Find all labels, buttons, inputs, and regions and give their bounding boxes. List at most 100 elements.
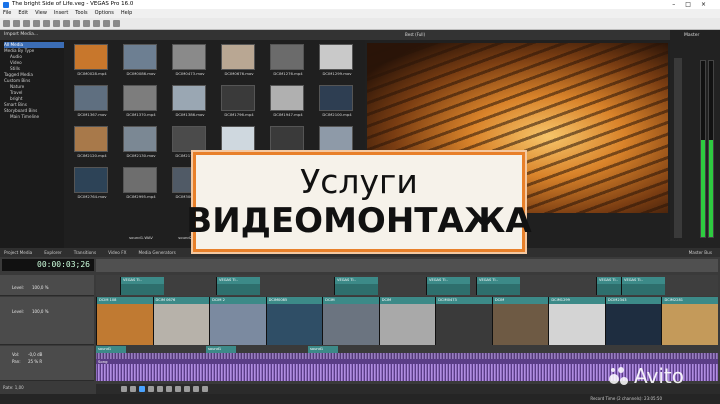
next-frame-icon[interactable] <box>202 386 208 392</box>
menu-view[interactable]: View <box>35 9 47 18</box>
track-header-video-1[interactable]: Level: 100,0 % <box>0 275 94 296</box>
media-thumbnail[interactable]: DCIM2764.mov <box>68 165 116 205</box>
media-thumbnail[interactable]: DCIM1299.mov <box>313 42 361 82</box>
undo-icon[interactable] <box>83 20 90 27</box>
track-header-video-2[interactable]: Level: 100,0 % <box>0 297 94 345</box>
main-toolbar <box>0 18 720 30</box>
menu-tools[interactable]: Tools <box>75 9 87 18</box>
video-clip[interactable]: DCIM <box>322 297 379 345</box>
title-clip[interactable]: VEGAS Ti.. <box>476 277 520 295</box>
video-clip[interactable]: DCIM0085 <box>265 297 323 345</box>
tab-video-fx[interactable]: Video FX <box>108 248 126 257</box>
video-clip[interactable]: DCIM <box>491 297 549 345</box>
tab-transitions[interactable]: Transitions <box>74 248 96 257</box>
go-to-end-icon[interactable] <box>184 386 190 392</box>
prev-frame-icon[interactable] <box>193 386 199 392</box>
title-clip[interactable]: VEGAS Ti.. <box>120 277 164 295</box>
master-fader[interactable] <box>674 58 682 238</box>
go-to-start-icon[interactable] <box>175 386 181 392</box>
thumbnail-image <box>270 85 304 111</box>
play-icon[interactable] <box>139 386 145 392</box>
menu-file[interactable]: File <box>3 9 11 18</box>
title-clip[interactable]: VEGAS Ti.. <box>426 277 470 295</box>
media-thumbnail[interactable]: DCIM1276.mp4 <box>264 42 312 82</box>
thumbnail-filename: DCIM0473.mov <box>175 71 205 76</box>
thumbnail-image <box>123 126 157 152</box>
master-label: Master <box>684 33 700 38</box>
stop-icon[interactable] <box>166 386 172 392</box>
thumbnail-image <box>74 85 108 111</box>
media-thumbnail[interactable]: DCIM1370.mp4 <box>117 83 165 123</box>
video-clip[interactable]: DCIM <box>378 297 436 345</box>
video-track-1-lane[interactable]: VEGAS Ti.. VEGAS Ti.. VEGAS Ti.. VEGAS Ti..… <box>96 275 718 296</box>
edit-tool-icon[interactable] <box>103 20 110 27</box>
window-controls[interactable]: –□× <box>672 0 716 9</box>
properties-icon[interactable] <box>43 20 50 27</box>
media-thumbnail[interactable]: DCIM1947.mp4 <box>264 83 312 123</box>
media-thumbnail[interactable]: DCIM0086.mov <box>117 42 165 82</box>
thumbnail-image <box>270 126 304 152</box>
media-thumbnail[interactable]: DCIM2120.mp4 <box>68 124 116 164</box>
audio-clip-label[interactable]: sound1 <box>308 346 338 353</box>
video-clip-label: DCIM 108 <box>97 297 153 304</box>
title-clip[interactable]: VEGAS Ti.. <box>621 277 665 295</box>
import-media-button[interactable]: Import Media... <box>4 30 38 40</box>
audio-clip-label[interactable]: sound1 <box>206 346 236 353</box>
media-thumbnail[interactable]: DCIM1386.mov <box>166 83 214 123</box>
track-level-value[interactable]: 100,0 % <box>32 309 49 314</box>
menu-edit[interactable]: Edit <box>18 9 28 18</box>
thumbnail-filename: DCIM0086.mov <box>126 71 156 76</box>
envelope-tool-icon[interactable] <box>113 20 120 27</box>
tab-explorer[interactable]: Explorer <box>44 248 61 257</box>
media-thumbnail[interactable]: DCIM2130.mov <box>117 124 165 164</box>
media-thumbnail[interactable]: DCIM0473.mov <box>166 42 214 82</box>
menu-insert[interactable]: Insert <box>54 9 68 18</box>
loop-icon[interactable] <box>130 386 136 392</box>
video-clip[interactable]: DCIM1299 <box>548 297 605 345</box>
video-clip[interactable]: DCIM2343 <box>604 297 662 345</box>
title-clip[interactable]: VEGAS Ti.. <box>334 277 378 295</box>
video-track-2-lane[interactable]: DCIM 108 DCIM 0676 DCIM 2 DCIM0085 DCIM DCIM D… <box>96 297 718 345</box>
audio-clip-label[interactable]: sound1 <box>96 346 126 353</box>
video-clip[interactable]: DCIM 2 <box>209 297 266 345</box>
media-thumbnail[interactable] <box>68 206 116 246</box>
open-icon[interactable] <box>13 20 20 27</box>
render-icon[interactable] <box>33 20 40 27</box>
media-thumbnail[interactable]: DCIM0028.mp4 <box>68 42 116 82</box>
tab-media-generators[interactable]: Media Generators <box>138 248 175 257</box>
cut-icon[interactable] <box>53 20 60 27</box>
video-clip[interactable]: DCIM0473 <box>435 297 492 345</box>
video-clip[interactable]: DCIM2281 <box>661 297 718 345</box>
media-thumbnail[interactable]: DCIM0676.mov <box>215 42 263 82</box>
video-clip[interactable]: DCIM 108 <box>96 297 153 345</box>
save-icon[interactable] <box>23 20 30 27</box>
new-project-icon[interactable] <box>3 20 10 27</box>
redo-icon[interactable] <box>93 20 100 27</box>
copy-icon[interactable] <box>63 20 70 27</box>
timeline-ruler[interactable] <box>96 259 718 272</box>
preview-quality-select[interactable]: Best (Full) <box>405 32 425 37</box>
media-thumbnail[interactable]: DCIM2100.mp4 <box>313 83 361 123</box>
media-thumbnail[interactable]: sound1.WAV <box>117 206 165 246</box>
thumbnail-filename: DCIM2995.mp4 <box>126 194 156 199</box>
play-from-start-icon[interactable] <box>148 386 154 392</box>
tab-project-media[interactable]: Project Media <box>4 248 32 257</box>
title-clip[interactable]: VEGAS Ti.. <box>216 277 260 295</box>
menu-options[interactable]: Options <box>95 9 114 18</box>
tree-item[interactable]: Main Timeline <box>4 114 64 120</box>
menu-help[interactable]: Help <box>121 9 132 18</box>
title-clip-label: VEGAS Ti.. <box>477 277 520 284</box>
audio-vol-value[interactable]: -0,0 dB <box>28 352 42 357</box>
status-bar: Record Time (2 channels): 23:05:50 <box>0 394 720 404</box>
audio-pan-value[interactable]: 25 % R <box>28 359 42 364</box>
pause-icon[interactable] <box>157 386 163 392</box>
paste-icon[interactable] <box>73 20 80 27</box>
track-header-audio[interactable]: Vol: -0,0 dB Pan: 25 % R <box>0 346 94 381</box>
tab-master-bus[interactable]: Master Bus <box>689 248 712 257</box>
video-clip[interactable]: DCIM 0676 <box>152 297 210 345</box>
media-thumbnail[interactable]: DCIM2995.mp4 <box>117 165 165 205</box>
record-icon[interactable] <box>121 386 127 392</box>
media-thumbnail[interactable]: DCIM1796.mp4 <box>215 83 263 123</box>
media-thumbnail[interactable]: DCIM1367.mov <box>68 83 116 123</box>
track-level-value[interactable]: 100,0 % <box>32 285 49 290</box>
